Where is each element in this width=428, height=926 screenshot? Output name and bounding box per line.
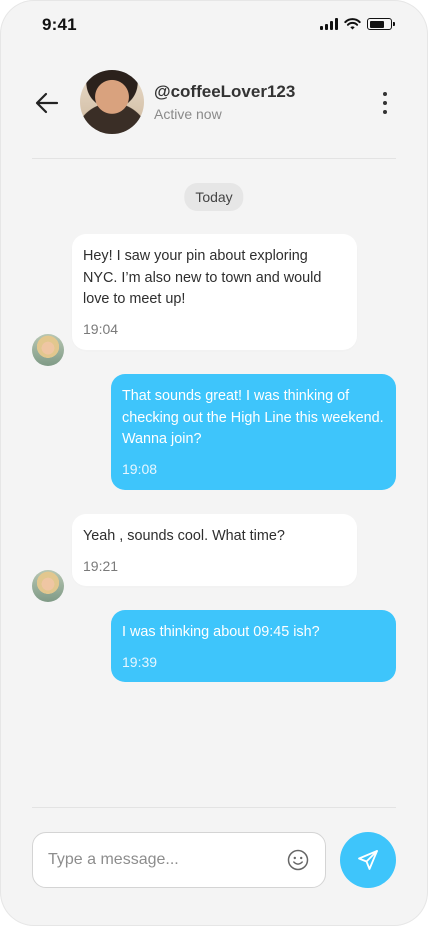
message-text: Hey! I saw your pin about exploring NYC.… <box>83 248 322 307</box>
message-input[interactable] <box>48 833 278 887</box>
more-vertical-icon <box>383 92 387 96</box>
sender-avatar <box>32 334 64 366</box>
message-bubble-outgoing[interactable]: I was thinking about 09:45 ish? 19:39 <box>111 610 396 682</box>
composer-divider <box>32 807 396 808</box>
status-time: 9:41 <box>42 15 77 34</box>
status-icons <box>320 18 395 30</box>
message-composer <box>32 832 326 888</box>
message-time: 19:21 <box>83 557 119 574</box>
message-bubble-incoming[interactable]: Hey! I saw your pin about exploring NYC.… <box>72 234 357 350</box>
chat-header: @coffeeLover123 Active now <box>0 68 428 138</box>
chat-screen: 9:41 @coffeeLover123 Active now Today He… <box>0 0 428 926</box>
message-time: 19:04 <box>83 320 119 337</box>
message-time: 19:39 <box>122 653 158 670</box>
message-text: I was thinking about 09:45 ish? <box>122 624 320 640</box>
contact-username[interactable]: @coffeeLover123 <box>154 82 295 102</box>
message-bubble-incoming[interactable]: Yeah , sounds cool. What time? 19:21 <box>72 514 357 586</box>
status-bar: 9:41 <box>0 0 428 52</box>
paper-plane-icon <box>358 850 378 870</box>
message-text: That sounds great! I was thinking of che… <box>122 388 384 447</box>
wifi-icon <box>344 18 361 30</box>
sender-avatar <box>32 570 64 602</box>
back-button[interactable] <box>34 90 60 116</box>
message-text: Yeah , sounds cool. What time? <box>83 528 285 544</box>
smiley-icon[interactable] <box>287 849 309 871</box>
message-time: 19:08 <box>122 460 158 477</box>
contact-avatar[interactable] <box>80 70 144 134</box>
message-bubble-outgoing[interactable]: That sounds great! I was thinking of che… <box>111 374 396 490</box>
header-divider <box>32 158 396 159</box>
date-divider: Today <box>184 183 244 211</box>
send-button[interactable] <box>340 832 396 888</box>
more-options-button[interactable] <box>382 92 388 114</box>
contact-status: Active now <box>154 106 222 122</box>
cellular-signal-icon <box>320 18 338 30</box>
battery-icon <box>367 18 395 30</box>
